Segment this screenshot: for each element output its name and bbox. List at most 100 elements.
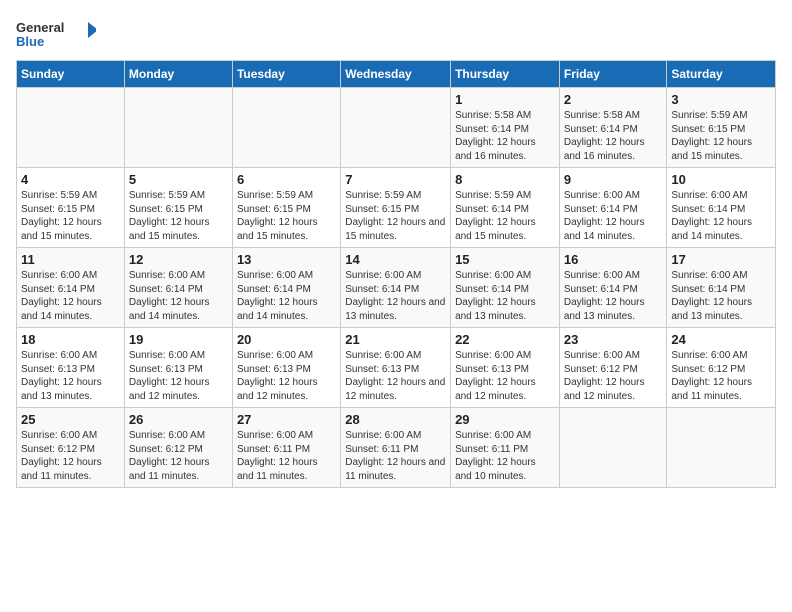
day-number: 4	[21, 172, 120, 187]
day-info: Sunrise: 6:00 AM Sunset: 6:13 PM Dayligh…	[345, 349, 446, 403]
header-monday: Monday	[124, 61, 232, 88]
calendar-week-4: 18 Sunrise: 6:00 AM Sunset: 6:13 PM Dayli…	[17, 328, 776, 408]
day-info: Sunrise: 6:00 AM Sunset: 6:14 PM Dayligh…	[345, 269, 446, 323]
svg-text:Blue: Blue	[16, 34, 44, 49]
calendar-cell: 27Sunrise: 6:00 AM Sunset: 6:11 PM Dayli…	[232, 408, 340, 488]
day-info: Sunrise: 6:00 AM Sunset: 6:14 PM Dayligh…	[564, 189, 663, 243]
calendar-cell: 14 Sunrise: 6:00 AM Sunset: 6:14 PM Dayli…	[341, 248, 451, 328]
day-info: Sunrise: 6:00 AM Sunset: 6:13 PM Dayligh…	[455, 349, 555, 403]
calendar-cell: 16Sunrise: 6:00 AM Sunset: 6:14 PM Dayli…	[559, 248, 667, 328]
calendar-cell	[17, 88, 125, 168]
day-info: Sunrise: 6:00 AM Sunset: 6:14 PM Dayligh…	[129, 269, 228, 323]
calendar-cell: 22 Sunrise: 6:00 AM Sunset: 6:13 PM Dayli…	[451, 328, 560, 408]
day-info: Sunrise: 6:00 AM Sunset: 6:14 PM Dayligh…	[21, 269, 120, 323]
day-info: Sunrise: 6:00 AM Sunset: 6:14 PM Dayligh…	[564, 269, 663, 323]
day-number: 13	[237, 252, 336, 267]
day-info: Sunrise: 5:59 AM Sunset: 6:14 PM Dayligh…	[455, 189, 555, 243]
header-thursday: Thursday	[451, 61, 560, 88]
day-info: Sunrise: 6:00 AM Sunset: 6:13 PM Dayligh…	[129, 349, 228, 403]
header-row: SundayMondayTuesdayWednesdayThursdayFrid…	[17, 61, 776, 88]
calendar-cell: 20 Sunrise: 6:00 AM Sunset: 6:13 PM Dayli…	[232, 328, 340, 408]
page-header: General Blue	[16, 16, 776, 52]
day-number: 29	[455, 412, 555, 427]
calendar-week-1: 1 Sunrise: 5:58 AM Sunset: 6:14 PM Daylig…	[17, 88, 776, 168]
day-info: Sunrise: 6:00 AM Sunset: 6:11 PM Dayligh…	[345, 429, 446, 483]
day-info: Sunrise: 6:00 AM Sunset: 6:14 PM Dayligh…	[237, 269, 336, 323]
calendar-cell: 26 Sunrise: 6:00 AM Sunset: 6:12 PM Dayli…	[124, 408, 232, 488]
calendar-cell: 3 Sunrise: 5:59 AM Sunset: 6:15 PM Daylig…	[667, 88, 776, 168]
header-wednesday: Wednesday	[341, 61, 451, 88]
day-number: 20	[237, 332, 336, 347]
day-number: 12	[129, 252, 228, 267]
day-info: Sunrise: 6:00 AM Sunset: 6:11 PM Dayligh…	[455, 429, 555, 483]
calendar-week-3: 11 Sunrise: 6:00 AM Sunset: 6:14 PM Dayli…	[17, 248, 776, 328]
calendar-cell: 1Sunrise: 5:58 AM Sunset: 6:14 PM Daylig…	[451, 88, 560, 168]
day-number: 14	[345, 252, 446, 267]
day-number: 3	[671, 92, 771, 107]
day-info: Sunrise: 6:00 AM Sunset: 6:11 PM Dayligh…	[237, 429, 336, 483]
day-info: Sunrise: 6:00 AM Sunset: 6:14 PM Dayligh…	[671, 189, 771, 243]
calendar-cell: 28 Sunrise: 6:00 AM Sunset: 6:11 PM Dayli…	[341, 408, 451, 488]
day-info: Sunrise: 6:00 AM Sunset: 6:14 PM Dayligh…	[671, 269, 771, 323]
svg-text:General: General	[16, 20, 64, 35]
calendar-cell: 18Sunrise: 6:00 AM Sunset: 6:13 PM Dayli…	[17, 328, 125, 408]
header-tuesday: Tuesday	[232, 61, 340, 88]
day-info: Sunrise: 6:00 AM Sunset: 6:13 PM Dayligh…	[237, 349, 336, 403]
day-number: 22	[455, 332, 555, 347]
day-number: 21	[345, 332, 446, 347]
day-info: Sunrise: 6:00 AM Sunset: 6:12 PM Dayligh…	[129, 429, 228, 483]
header-sunday: Sunday	[17, 61, 125, 88]
day-number: 15	[455, 252, 555, 267]
day-info: Sunrise: 6:00 AM Sunset: 6:14 PM Dayligh…	[455, 269, 555, 323]
calendar-week-5: 25 Sunrise: 6:00 AM Sunset: 6:12 PM Dayli…	[17, 408, 776, 488]
calendar-cell: 21 Sunrise: 6:00 AM Sunset: 6:13 PM Dayli…	[341, 328, 451, 408]
day-info: Sunrise: 6:00 AM Sunset: 6:12 PM Dayligh…	[671, 349, 771, 403]
calendar-cell: 23 Sunrise: 6:00 AM Sunset: 6:12 PM Dayli…	[559, 328, 667, 408]
header-friday: Friday	[559, 61, 667, 88]
calendar-cell	[559, 408, 667, 488]
calendar-cell: 2Sunrise: 5:58 AM Sunset: 6:14 PM Daylig…	[559, 88, 667, 168]
logo: General Blue	[16, 16, 96, 52]
day-number: 18	[21, 332, 120, 347]
day-info: Sunrise: 5:58 AM Sunset: 6:14 PM Dayligh…	[564, 109, 663, 163]
day-number: 10	[671, 172, 771, 187]
day-number: 6	[237, 172, 336, 187]
calendar-cell: 6 Sunrise: 5:59 AM Sunset: 6:15 PM Daylig…	[232, 168, 340, 248]
day-number: 17	[671, 252, 771, 267]
day-info: Sunrise: 5:59 AM Sunset: 6:15 PM Dayligh…	[129, 189, 228, 243]
calendar-body: 1 Sunrise: 5:58 AM Sunset: 6:14 PM Daylig…	[17, 88, 776, 488]
calendar-cell	[124, 88, 232, 168]
calendar-cell: 7 Sunrise: 5:59 AM Sunset: 6:15 PM Daylig…	[341, 168, 451, 248]
calendar-cell: 24 Sunrise: 6:00 AM Sunset: 6:12 PM Dayli…	[667, 328, 776, 408]
calendar-cell: 29 Sunrise: 6:00 AM Sunset: 6:11 PM Dayli…	[451, 408, 560, 488]
day-number: 5	[129, 172, 228, 187]
calendar-cell	[232, 88, 340, 168]
day-number: 24	[671, 332, 771, 347]
day-info: Sunrise: 5:59 AM Sunset: 6:15 PM Dayligh…	[345, 189, 446, 243]
day-number: 25	[21, 412, 120, 427]
calendar-cell: 11 Sunrise: 6:00 AM Sunset: 6:14 PM Dayli…	[17, 248, 125, 328]
day-number: 8	[455, 172, 555, 187]
logo-svg: General Blue	[16, 16, 96, 52]
day-number: 19	[129, 332, 228, 347]
day-info: Sunrise: 5:59 AM Sunset: 6:15 PM Dayligh…	[237, 189, 336, 243]
calendar-cell: 13 Sunrise: 6:00 AM Sunset: 6:14 PM Dayli…	[232, 248, 340, 328]
day-number: 1	[455, 92, 555, 107]
day-info: Sunrise: 6:00 AM Sunset: 6:12 PM Dayligh…	[564, 349, 663, 403]
calendar-cell: 9Sunrise: 6:00 AM Sunset: 6:14 PM Daylig…	[559, 168, 667, 248]
day-number: 26	[129, 412, 228, 427]
header-saturday: Saturday	[667, 61, 776, 88]
calendar-cell	[667, 408, 776, 488]
day-number: 23	[564, 332, 663, 347]
day-number: 11	[21, 252, 120, 267]
calendar-cell: 4 Sunrise: 5:59 AM Sunset: 6:15 PM Daylig…	[17, 168, 125, 248]
calendar-week-2: 4 Sunrise: 5:59 AM Sunset: 6:15 PM Daylig…	[17, 168, 776, 248]
day-info: Sunrise: 5:59 AM Sunset: 6:15 PM Dayligh…	[21, 189, 120, 243]
day-info: Sunrise: 6:00 AM Sunset: 6:12 PM Dayligh…	[21, 429, 120, 483]
day-number: 28	[345, 412, 446, 427]
calendar-cell: 10 Sunrise: 6:00 AM Sunset: 6:14 PM Dayli…	[667, 168, 776, 248]
day-info: Sunrise: 5:59 AM Sunset: 6:15 PM Dayligh…	[671, 109, 771, 163]
day-number: 7	[345, 172, 446, 187]
calendar-cell: 25 Sunrise: 6:00 AM Sunset: 6:12 PM Dayli…	[17, 408, 125, 488]
calendar-cell: 8 Sunrise: 5:59 AM Sunset: 6:14 PM Daylig…	[451, 168, 560, 248]
